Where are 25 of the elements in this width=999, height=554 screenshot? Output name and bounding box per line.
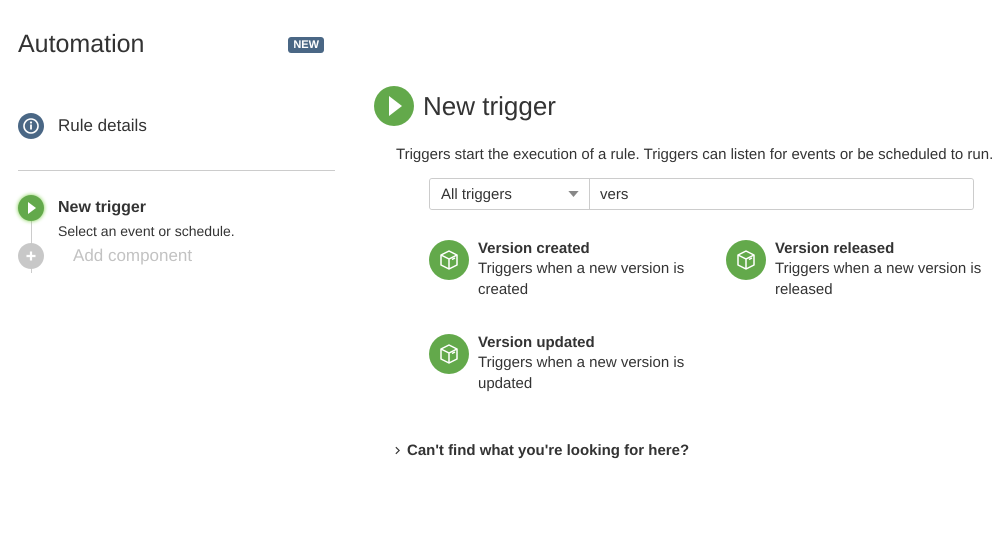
box-icon[interactable] [429, 334, 469, 374]
search-field[interactable]: vers [590, 178, 974, 210]
trigger-description: Triggers when a new version is released [775, 259, 982, 300]
trigger-title[interactable]: Version updated [478, 334, 703, 351]
play-icon [18, 195, 44, 221]
help-link[interactable]: Can't find what you're looking for here? [395, 442, 690, 459]
play-icon [374, 86, 414, 126]
page-title: Automation [18, 30, 144, 59]
trigger-title[interactable]: Version released [775, 240, 999, 257]
step-label: Add component [73, 245, 192, 267]
step-subtitle: Select an event or schedule. [58, 223, 235, 239]
trigger-description: Triggers when a new version is created [478, 259, 686, 300]
trigger-description: Triggers when a new version is updated [478, 353, 686, 394]
chevron-icon [395, 446, 400, 455]
trigger-title[interactable]: Version created [478, 240, 703, 257]
box-icon[interactable] [726, 240, 766, 280]
section-description: Triggers start the execution of a rule. Triggers can listen for events or be scheduled to run. [396, 146, 994, 163]
info-icon [18, 113, 44, 139]
trigger-type-dropdown[interactable]: All triggers [429, 178, 590, 210]
new-badge: NEW [288, 36, 324, 52]
section-title: New trigger [423, 90, 556, 122]
step-label[interactable]: New trigger [58, 195, 235, 221]
step-label[interactable]: Rule details [58, 113, 147, 139]
box-icon[interactable] [429, 240, 469, 280]
caret-icon [568, 191, 579, 197]
